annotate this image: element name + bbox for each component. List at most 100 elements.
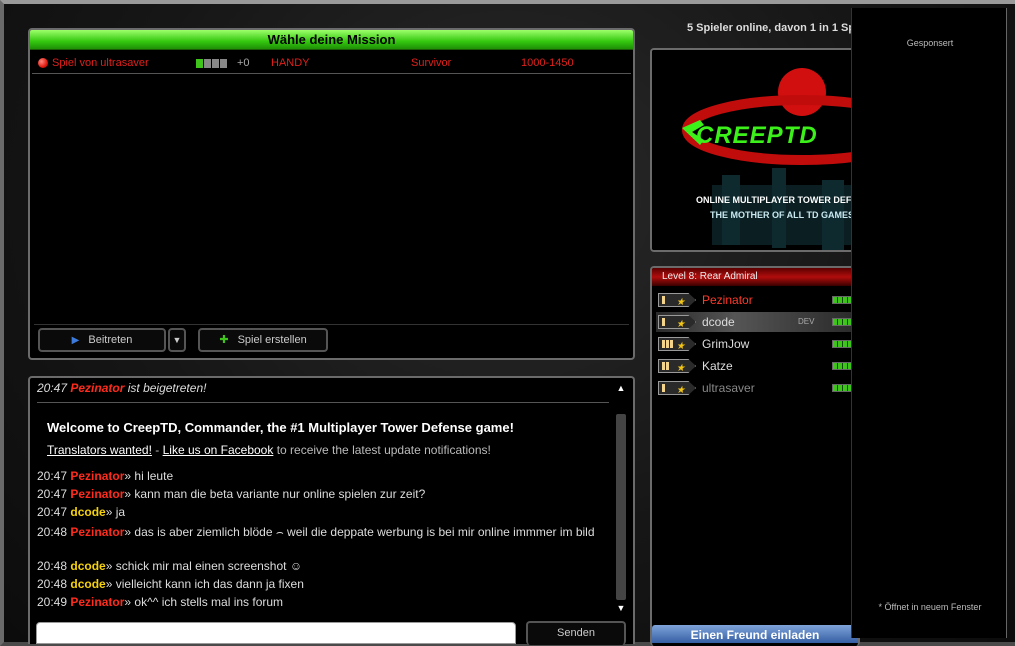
mission-toolbar: ▶ Beitreten ▼ ✚ Spiel erstellen	[34, 324, 629, 354]
join-dropdown-button[interactable]: ▼	[168, 328, 186, 352]
player-row[interactable]: ★ GrimJow	[656, 334, 854, 354]
chat-text: ist beigetreten!	[127, 381, 207, 395]
link-separator: -	[151, 443, 163, 457]
puzzle-icon: ✚	[219, 334, 229, 346]
player-name: ultrasaver	[702, 381, 755, 395]
chat-user[interactable]: Pezinator	[70, 469, 124, 483]
chat-time: 20:47	[37, 505, 68, 519]
rank-badge-icon: ★	[658, 337, 696, 351]
send-label: Senden	[557, 627, 595, 639]
scroll-thumb[interactable]	[616, 414, 626, 600]
chat-text: kann man die beta variante nur online sp…	[134, 487, 426, 501]
chat-scrollbar[interactable]: ▲ ▼	[613, 380, 629, 616]
chat-sep: »	[105, 505, 113, 519]
banner-art	[652, 50, 858, 250]
chat-message: 20:49 Pezinator» ok^^ ich stells mal ins…	[37, 594, 612, 610]
online-status: 5 Spieler online, davon 1 in 1 Spiel	[687, 22, 857, 34]
chat-message: 20:47 Pezinator» hi leute	[37, 468, 612, 484]
chat-text: hi leute	[134, 469, 174, 483]
rank-title: Level 8: Rear Admiral	[652, 268, 858, 286]
chat-time: 20:48	[37, 559, 68, 573]
chat-message: 20:47 Pezinator» kann man die beta varia…	[37, 486, 612, 502]
chat-message: 20:48 dcode» vielleicht kann ich das dan…	[37, 576, 612, 592]
chat-text: schick mir mal einen screenshot ☺	[115, 559, 303, 573]
join-button[interactable]: ▶ Beitreten	[38, 328, 166, 352]
chat-text: das is aber ziemlich blöde ⌢ weil die de…	[134, 525, 595, 539]
chat-time: 20:49	[37, 595, 68, 609]
new-window-note: * Öffnet in neuem Fenster	[878, 602, 982, 612]
chat-user[interactable]: dcode	[70, 559, 105, 573]
play-icon: ▶	[71, 335, 80, 346]
game-banner[interactable]: CREEPTD ONLINE MULTIPLAYER TOWER DEFENSE…	[650, 48, 860, 252]
mission-panel: Wähle deine Mission Spiel von ultrasaver…	[28, 28, 635, 360]
game-status-icon	[38, 58, 48, 68]
game-range: 1000-1450	[521, 57, 574, 69]
player-tag: DEV	[798, 317, 815, 326]
chat-message: 20:48 dcode» schick mir mal einen screen…	[37, 558, 612, 574]
chat-log[interactable]: 20:47 Pezinator ist beigetreten! Welcome…	[34, 380, 612, 618]
chat-time: 20:47	[37, 381, 68, 395]
facebook-link[interactable]: Like us on Facebook	[163, 443, 274, 457]
chat-text: vielleicht kann ich das dann ja fixen	[115, 577, 304, 591]
chat-sep: »	[105, 577, 113, 591]
banner-logo: CREEPTD	[696, 122, 818, 149]
chat-sep: »	[105, 559, 113, 573]
rank-badge-icon: ★	[658, 315, 696, 329]
player-row[interactable]: ★ Pezinator	[656, 290, 854, 310]
chat-user[interactable]: dcode	[70, 505, 105, 519]
welcome-links: Translators wanted! - Like us on Faceboo…	[47, 442, 622, 458]
chat-sep: »	[124, 525, 132, 539]
chat-time: 20:48	[37, 525, 68, 539]
chat-user[interactable]: Pezinator	[70, 525, 124, 539]
chat-message: 20:47 dcode» ja	[37, 504, 612, 520]
chat-sep: »	[124, 595, 132, 609]
chat-sep: »	[124, 487, 132, 501]
player-name: dcode	[702, 315, 735, 329]
player-extra: +0	[237, 57, 250, 69]
game-mode: Survivor	[411, 57, 452, 69]
chat-join-line: 20:47 Pezinator ist beigetreten!	[37, 380, 612, 396]
player-name: Pezinator	[702, 293, 753, 307]
chat-user[interactable]: dcode	[70, 577, 105, 591]
create-game-button[interactable]: ✚ Spiel erstellen	[198, 328, 328, 352]
chat-user: Pezinator	[70, 381, 125, 395]
chat-panel: 20:47 Pezinator ist beigetreten! Welcome…	[28, 376, 635, 645]
player-row[interactable]: ★ Katze	[656, 356, 854, 376]
chat-time: 20:47	[37, 487, 68, 501]
chat-time: 20:48	[37, 577, 68, 591]
chat-input[interactable]	[36, 622, 516, 644]
scroll-down-icon[interactable]: ▼	[615, 602, 627, 614]
chat-text: ja	[115, 505, 126, 519]
player-slots-icon	[196, 55, 228, 71]
banner-tagline2: THE MOTHER OF ALL TD GAMES	[710, 210, 854, 220]
chat-divider	[37, 402, 609, 403]
create-game-label: Spiel erstellen	[237, 334, 307, 346]
chat-user[interactable]: Pezinator	[70, 595, 124, 609]
chevron-down-icon: ▼	[172, 335, 182, 345]
rank-badge-icon: ★	[658, 293, 696, 307]
player-row[interactable]: ★ ultrasaver	[656, 378, 854, 398]
game-name: Spiel von ultrasaver	[52, 57, 149, 69]
chat-text: ok^^ ich stells mal ins forum	[134, 595, 284, 609]
scroll-up-icon[interactable]: ▲	[615, 382, 627, 394]
player-name: GrimJow	[702, 337, 750, 351]
game-row[interactable]: Spiel von ultrasaver +0 HANDY Survivor 1…	[32, 54, 631, 74]
welcome-text: Welcome to CreepTD, Commander, the #1 Mu…	[47, 420, 514, 435]
sponsored-label: Gesponsert	[906, 38, 954, 48]
facebook-suffix: to receive the latest update notificatio…	[273, 443, 491, 457]
player-list-panel: Level 8: Rear Admiral ★ Pezinator ★ dcode DE…	[650, 266, 860, 646]
rank-badge-icon: ★	[658, 359, 696, 373]
player-row[interactable]: ★ dcode DEV	[656, 312, 854, 332]
chat-message: 20:48 Pezinator» das is aber ziemlich bl…	[37, 524, 612, 540]
translators-link[interactable]: Translators wanted!	[47, 443, 152, 457]
join-label: Beitreten	[88, 334, 133, 346]
invite-friend-button[interactable]: Einen Freund einladen	[652, 625, 858, 643]
chat-user[interactable]: Pezinator	[70, 487, 124, 501]
game-device: HANDY	[271, 57, 310, 69]
mission-title: Wähle deine Mission	[30, 30, 633, 50]
player-name: Katze	[702, 359, 733, 373]
rank-badge-icon: ★	[658, 381, 696, 395]
send-button[interactable]: Senden	[526, 621, 626, 645]
chat-time: 20:47	[37, 469, 68, 483]
banner-tagline1: ONLINE MULTIPLAYER TOWER DEFENSE	[696, 195, 860, 205]
